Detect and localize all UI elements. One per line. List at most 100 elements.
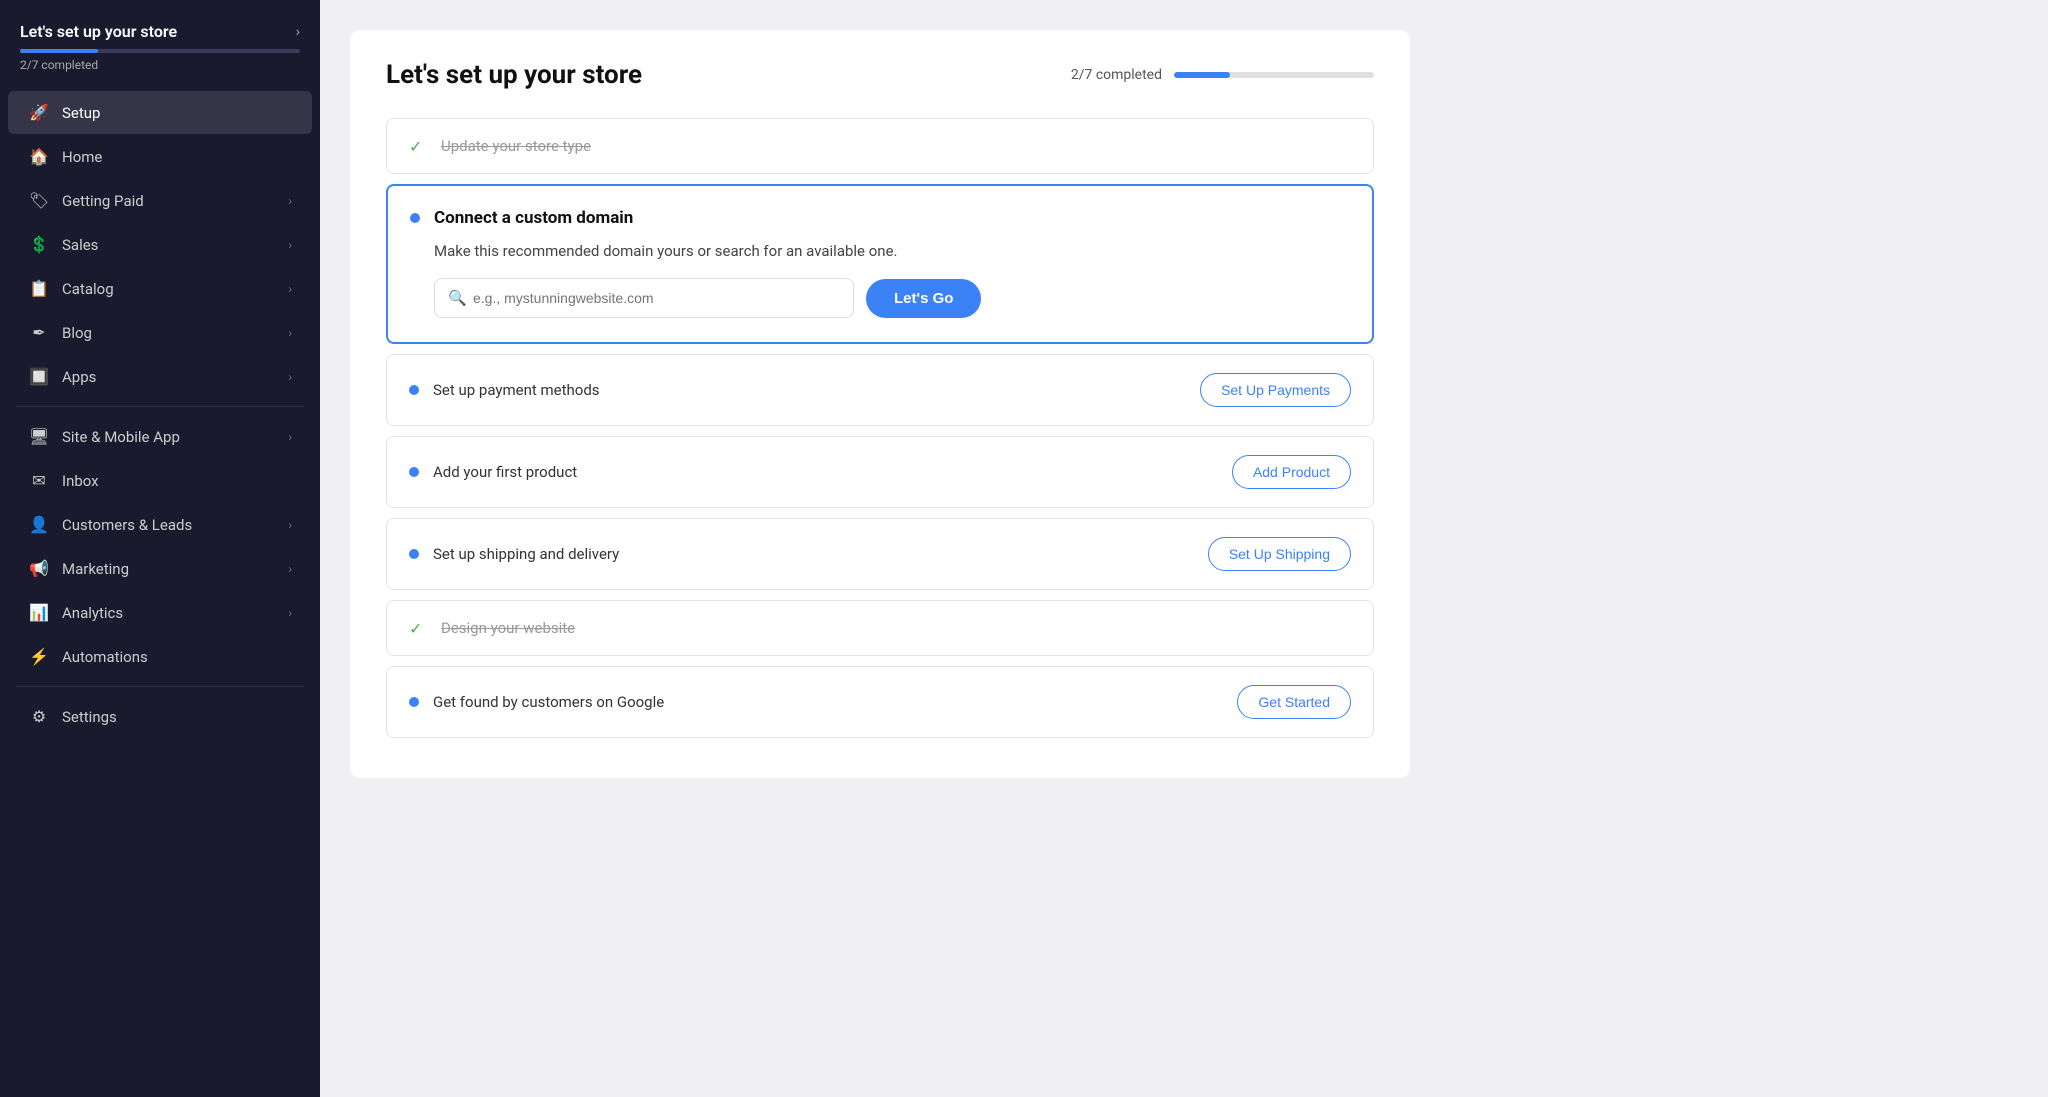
chevron-icon-customers-leads: › <box>288 518 292 532</box>
task-left-store-type: ✓ Update your store type <box>409 137 591 155</box>
sidebar-item-label-blog: Blog <box>62 324 288 342</box>
marketing-icon: 📢 <box>28 559 50 578</box>
setup-icon: 🚀 <box>28 103 50 122</box>
chevron-icon-site-mobile-app: › <box>288 430 292 444</box>
sidebar-item-blog[interactable]: ✒ Blog › <box>8 311 312 354</box>
setup-card: Let's set up your store 2/7 completed ✓ … <box>350 30 1410 778</box>
site-mobile-app-icon: 🖥 <box>28 427 50 446</box>
search-icon: 🔍 <box>448 289 467 307</box>
tasks-list: ✓ Update your store type Connect a custo… <box>386 118 1374 738</box>
sidebar-header-chevron-icon: › <box>296 24 300 40</box>
task-label-payment: Set up payment methods <box>433 381 600 399</box>
sidebar-item-label-marketing: Marketing <box>62 560 288 578</box>
sidebar-item-label-sales: Sales <box>62 236 288 254</box>
task-dot-first-product <box>409 467 419 477</box>
chevron-icon-sales: › <box>288 238 292 252</box>
sidebar-item-settings[interactable]: ⚙ Settings <box>8 695 312 738</box>
sidebar-item-label-apps: Apps <box>62 368 288 386</box>
sidebar-header-title: Let's set up your store <box>20 22 177 41</box>
task-item-google: Get found by customers on Google Get Sta… <box>386 666 1374 738</box>
card-progress-bar <box>1174 72 1374 78</box>
blog-icon: ✒ <box>28 323 50 342</box>
task-btn-google[interactable]: Get Started <box>1237 685 1351 719</box>
active-task-header: Connect a custom domain <box>410 208 1350 228</box>
domain-input-wrap: 🔍 <box>434 278 854 318</box>
sidebar-item-home[interactable]: 🏠 Home <box>8 135 312 178</box>
catalog-icon: 📋 <box>28 279 50 298</box>
card-progress-label: 2/7 completed <box>1071 67 1162 83</box>
card-header: Let's set up your store 2/7 completed <box>386 60 1374 90</box>
sidebar: Let's set up your store › 2/7 completed … <box>0 0 320 1097</box>
task-btn-shipping[interactable]: Set Up Shipping <box>1208 537 1351 571</box>
sidebar-progress-fill <box>20 49 98 53</box>
nav-divider <box>16 686 304 687</box>
sidebar-item-automations[interactable]: ⚡ Automations <box>8 635 312 678</box>
task-item-first-product: Add your first product Add Product <box>386 436 1374 508</box>
task-label-shipping: Set up shipping and delivery <box>433 545 619 563</box>
check-icon-design: ✓ <box>409 619 427 637</box>
task-btn-payment[interactable]: Set Up Payments <box>1200 373 1351 407</box>
task-item-custom-domain: Connect a custom domain Make this recomm… <box>386 184 1374 344</box>
sidebar-item-label-inbox: Inbox <box>62 472 292 490</box>
inbox-icon: ✉ <box>28 471 50 490</box>
chevron-icon-catalog: › <box>288 282 292 296</box>
task-label-google: Get found by customers on Google <box>433 693 664 711</box>
sidebar-item-marketing[interactable]: 📢 Marketing › <box>8 547 312 590</box>
domain-search-row: 🔍 Let's Go <box>434 278 1350 318</box>
domain-input[interactable] <box>434 278 854 318</box>
sidebar-item-sales[interactable]: 💲 Sales › <box>8 223 312 266</box>
sidebar-item-setup[interactable]: 🚀 Setup <box>8 91 312 134</box>
chevron-icon-blog: › <box>288 326 292 340</box>
task-dot-custom-domain <box>410 213 420 223</box>
task-item-store-type: ✓ Update your store type <box>386 118 1374 174</box>
sidebar-item-site-mobile-app[interactable]: 🖥 Site & Mobile App › <box>8 415 312 458</box>
task-dot-shipping <box>409 549 419 559</box>
sidebar-item-catalog[interactable]: 📋 Catalog › <box>8 267 312 310</box>
chevron-icon-analytics: › <box>288 606 292 620</box>
task-item-shipping: Set up shipping and delivery Set Up Ship… <box>386 518 1374 590</box>
task-left-design: ✓ Design your website <box>409 619 575 637</box>
sidebar-item-analytics[interactable]: 📊 Analytics › <box>8 591 312 634</box>
task-left-first-product: Add your first product <box>409 463 577 481</box>
sidebar-item-label-customers-leads: Customers & Leads <box>62 516 288 534</box>
task-dot-google <box>409 697 419 707</box>
task-label-store-type: Update your store type <box>441 137 591 155</box>
sidebar-item-label-analytics: Analytics <box>62 604 288 622</box>
apps-icon: 🔲 <box>28 367 50 386</box>
task-left-google: Get found by customers on Google <box>409 693 664 711</box>
task-left-shipping: Set up shipping and delivery <box>409 545 619 563</box>
sidebar-item-label-home: Home <box>62 148 292 166</box>
active-task-body-custom-domain: Make this recommended domain yours or se… <box>410 242 1350 318</box>
task-item-design: ✓ Design your website <box>386 600 1374 656</box>
sales-icon: 💲 <box>28 235 50 254</box>
sidebar-progress-label: 2/7 completed <box>20 58 300 72</box>
automations-icon: ⚡ <box>28 647 50 666</box>
sidebar-nav: 🚀 Setup 🏠 Home 🏷 Getting Paid › 💲 Sales … <box>0 82 320 1097</box>
sidebar-item-label-site-mobile-app: Site & Mobile App <box>62 428 288 446</box>
chevron-icon-marketing: › <box>288 562 292 576</box>
sidebar-item-getting-paid[interactable]: 🏷 Getting Paid › <box>8 179 312 222</box>
settings-icon: ⚙ <box>28 707 50 726</box>
sidebar-item-apps[interactable]: 🔲 Apps › <box>8 355 312 398</box>
sidebar-item-label-settings: Settings <box>62 708 292 726</box>
lets-go-button[interactable]: Let's Go <box>866 279 981 318</box>
customers-leads-icon: 👤 <box>28 515 50 534</box>
task-desc-custom-domain: Make this recommended domain yours or se… <box>434 242 1350 260</box>
card-progress-fill <box>1174 72 1230 78</box>
task-label-custom-domain: Connect a custom domain <box>434 208 633 228</box>
nav-divider <box>16 406 304 407</box>
chevron-icon-apps: › <box>288 370 292 384</box>
sidebar-item-inbox[interactable]: ✉ Inbox <box>8 459 312 502</box>
main-content: Let's set up your store 2/7 completed ✓ … <box>320 0 2048 1097</box>
task-btn-first-product[interactable]: Add Product <box>1232 455 1351 489</box>
sidebar-item-customers-leads[interactable]: 👤 Customers & Leads › <box>8 503 312 546</box>
sidebar-setup-header[interactable]: Let's set up your store › 2/7 completed <box>0 0 320 82</box>
home-icon: 🏠 <box>28 147 50 166</box>
task-label-design: Design your website <box>441 619 575 637</box>
sidebar-item-label-automations: Automations <box>62 648 292 666</box>
card-progress: 2/7 completed <box>1071 67 1374 83</box>
task-left-payment: Set up payment methods <box>409 381 600 399</box>
card-title: Let's set up your store <box>386 60 642 90</box>
task-label-first-product: Add your first product <box>433 463 577 481</box>
getting-paid-icon: 🏷 <box>28 191 50 210</box>
